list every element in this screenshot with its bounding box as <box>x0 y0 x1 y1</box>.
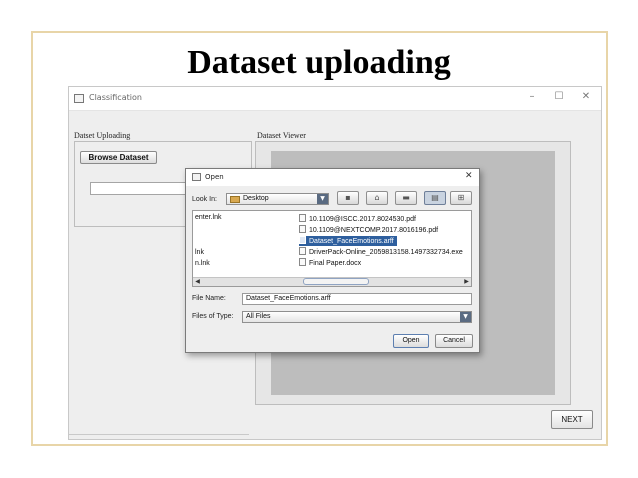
chevron-down-icon: ▼ <box>317 194 328 204</box>
viewer-panel-label: Dataset Viewer <box>257 131 306 140</box>
file-name-input[interactable]: Dataset_FaceEmotions.arff <box>242 293 472 305</box>
look-in-select[interactable]: Desktop ▼ <box>226 193 329 205</box>
list-item-selected[interactable]: Dataset_FaceEmotions.arff <box>299 236 397 246</box>
dialog-title: Open <box>205 173 224 181</box>
chevron-down-icon: ▼ <box>460 312 471 322</box>
app-icon <box>74 94 84 103</box>
list-item[interactable]: n.lnk <box>195 260 210 267</box>
folder-icon <box>230 196 240 203</box>
open-dialog: Open ✕ Look In: Desktop ▼ ▪ ⌂ ▬ ▤ ⊞ ente… <box>185 168 480 353</box>
upload-panel-label: Datset Uploading <box>74 131 131 140</box>
list-item[interactable]: lnk <box>195 249 204 256</box>
next-button[interactable]: NEXT <box>551 410 593 429</box>
files-of-type-label: Files of Type: <box>192 313 234 320</box>
files-of-type-select[interactable]: All Files ▼ <box>242 311 472 323</box>
new-folder-icon[interactable]: ▬ <box>395 191 417 205</box>
file-list[interactable]: enter.lnk lnk n.lnk 10.1109@ISCC.2017.80… <box>192 210 472 287</box>
list-item[interactable]: DriverPack-Online_2059813158.1497332734.… <box>299 247 463 257</box>
bottom-strip <box>69 434 249 440</box>
slide-title: Dataset uploading <box>187 44 451 81</box>
dialog-titlebar: Open ✕ <box>186 169 479 186</box>
dialog-icon <box>192 173 201 181</box>
look-in-label: Look In: <box>192 196 217 203</box>
horizontal-scrollbar[interactable]: ◀ ▶ <box>193 277 471 286</box>
document-icon <box>299 236 306 244</box>
close-button[interactable]: ✕ <box>579 91 593 102</box>
minimize-button[interactable]: – <box>525 91 539 102</box>
list-item[interactable]: enter.lnk <box>195 214 221 221</box>
document-icon <box>299 214 306 222</box>
up-folder-button[interactable]: ▪ <box>337 191 359 205</box>
dialog-close-icon[interactable]: ✕ <box>465 171 473 181</box>
browse-dataset-button[interactable]: Browse Dataset <box>80 151 157 164</box>
maximize-button[interactable]: ☐ <box>552 91 566 102</box>
look-in-value: Desktop <box>243 195 269 202</box>
document-icon <box>299 225 306 233</box>
app-titlebar: Classification – ☐ ✕ <box>69 87 601 111</box>
list-item[interactable]: 10.1109@NEXTCOMP.2017.8016196.pdf <box>299 225 438 235</box>
document-icon <box>299 247 306 255</box>
app-title: Classification <box>89 93 142 102</box>
home-icon[interactable]: ⌂ <box>366 191 388 205</box>
cancel-button[interactable]: Cancel <box>435 334 473 348</box>
scroll-left-icon[interactable]: ◀ <box>193 278 202 286</box>
details-view-icon[interactable]: ⊞ <box>450 191 472 205</box>
document-icon <box>299 258 306 266</box>
files-of-type-value: All Files <box>246 313 271 320</box>
list-view-icon[interactable]: ▤ <box>424 191 446 205</box>
list-item[interactable]: 10.1109@ISCC.2017.8024530.pdf <box>299 214 416 224</box>
scrollbar-thumb[interactable] <box>303 278 369 285</box>
file-name-label: File Name: <box>192 295 226 302</box>
open-button[interactable]: Open <box>393 334 429 348</box>
scroll-right-icon[interactable]: ▶ <box>462 278 471 286</box>
list-item[interactable]: Final Paper.docx <box>299 258 361 268</box>
